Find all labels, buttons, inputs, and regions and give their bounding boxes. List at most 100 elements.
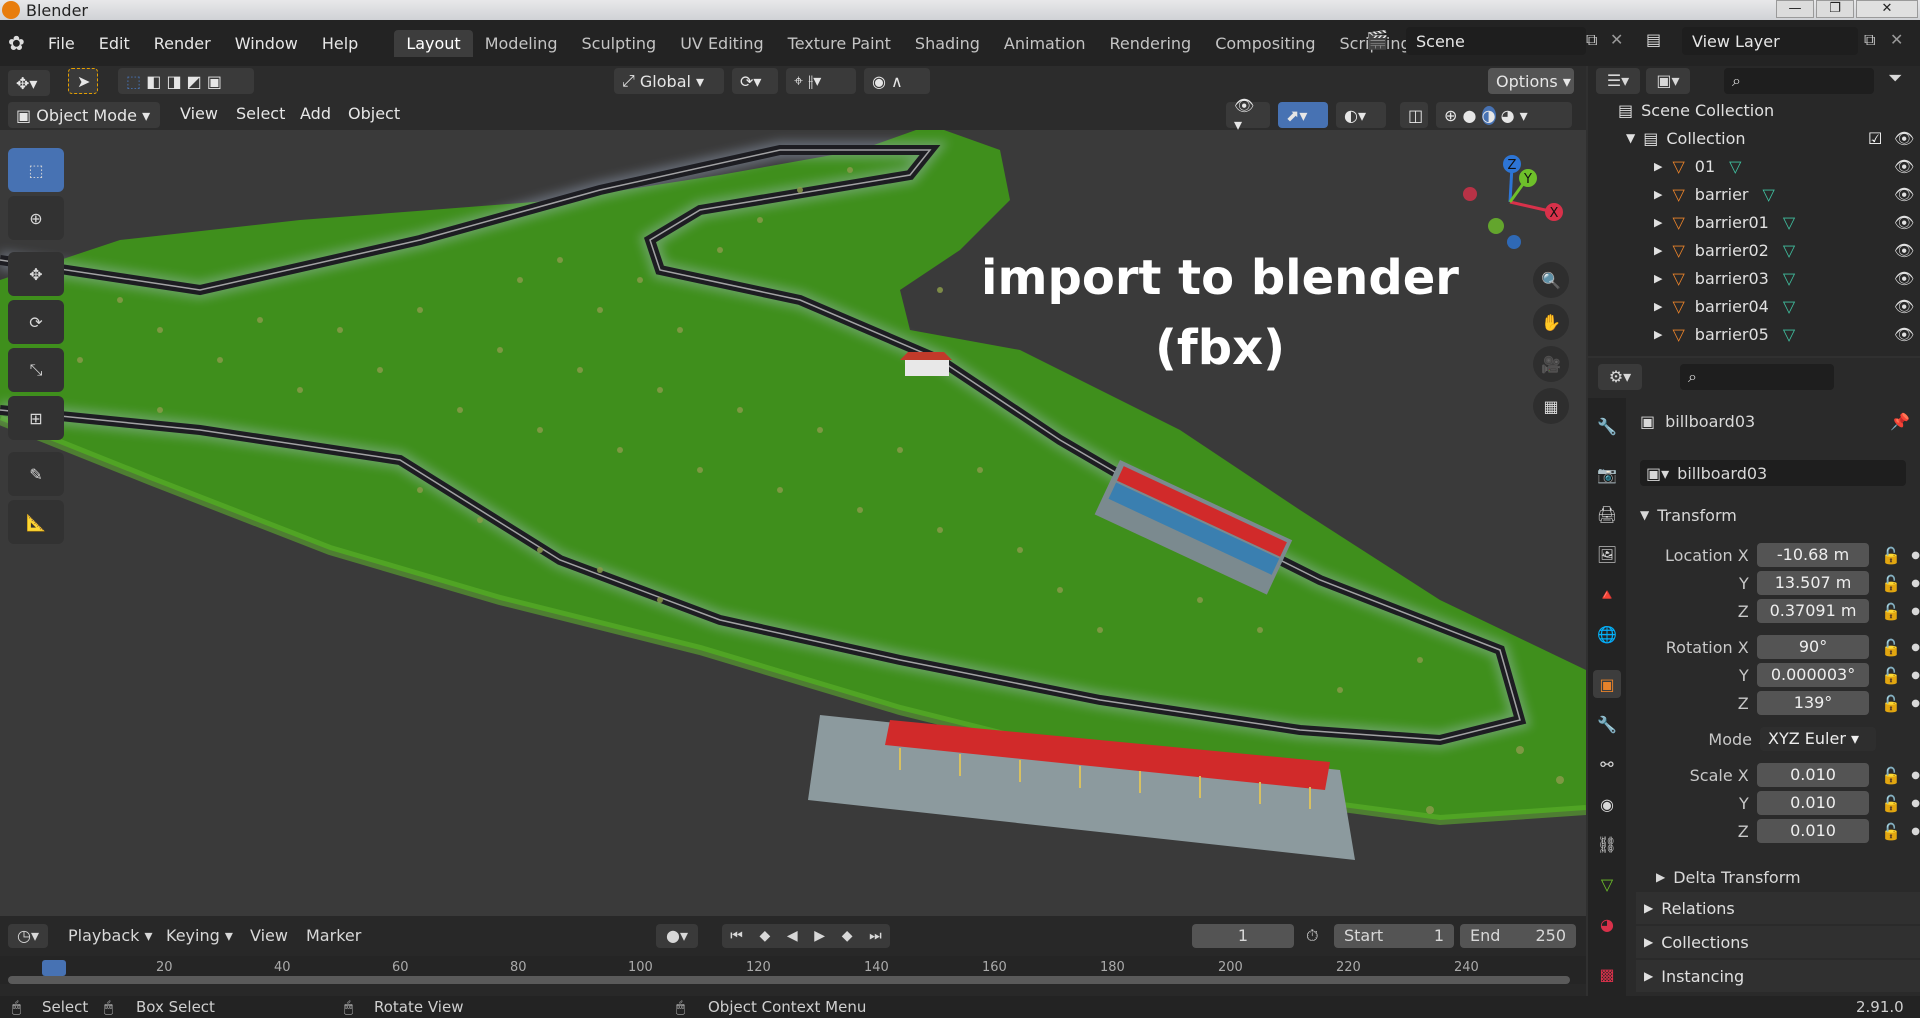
- rotation-mode-dropdown[interactable]: XYZ Euler ▾: [1760, 727, 1876, 751]
- zoom-view-icon[interactable]: 🔍: [1533, 262, 1569, 298]
- object-name-field[interactable]: ▣▾ billboard03: [1640, 460, 1906, 486]
- move-tool-icon[interactable]: ✥: [8, 252, 64, 296]
- pivot-point-dropdown[interactable]: ⟳▾: [732, 68, 778, 94]
- outliner-search-field[interactable]: ⌕: [1724, 68, 1874, 94]
- select-cursor-icon[interactable]: ➤: [68, 68, 98, 94]
- chevron-right-icon[interactable]: ▶: [1654, 216, 1662, 229]
- play-reverse-icon[interactable]: ◀: [787, 928, 798, 944]
- xray-toggle[interactable]: ◫: [1400, 102, 1428, 128]
- stopwatch-icon[interactable]: ⏱: [1306, 926, 1318, 946]
- perspective-toggle-icon[interactable]: ▦: [1533, 388, 1569, 424]
- lock-icon[interactable]: 🔓: [1881, 546, 1901, 565]
- outliner-filter-icon[interactable]: ▣▾: [1646, 68, 1690, 94]
- transform-section-header[interactable]: ▼ Transform: [1640, 502, 1920, 528]
- pin-icon[interactable]: 📌: [1890, 412, 1910, 431]
- tab-animation[interactable]: Animation: [992, 30, 1098, 57]
- menu-file[interactable]: File: [36, 34, 87, 53]
- particles-tab-icon[interactable]: ⚯: [1593, 750, 1621, 778]
- timeline-scrollbar[interactable]: [8, 976, 1570, 984]
- tab-compositing[interactable]: Compositing: [1203, 30, 1327, 57]
- outliner-item[interactable]: ▶ ▽ barrier01 ▽ 👁: [1588, 208, 1920, 236]
- lock-icon[interactable]: 🔓: [1881, 694, 1901, 713]
- output-tab-icon[interactable]: 🖨: [1593, 500, 1621, 528]
- world-tab-icon[interactable]: 🌐: [1593, 620, 1621, 648]
- rotate-tool-icon[interactable]: ⟳: [8, 300, 64, 344]
- outliner-item[interactable]: ▶ ▽ barrier02 ▽ 👁: [1588, 236, 1920, 264]
- jump-end-icon[interactable]: ⏭: [869, 928, 882, 944]
- jump-start-icon[interactable]: ⏮: [730, 928, 743, 944]
- chevron-right-icon[interactable]: ▶: [1654, 272, 1662, 285]
- properties-search-field[interactable]: ⌕: [1680, 364, 1834, 390]
- eye-icon[interactable]: 👁: [1894, 185, 1914, 204]
- scale-z-field[interactable]: 0.010: [1756, 819, 1870, 843]
- view-layer-field[interactable]: View Layer: [1682, 27, 1858, 55]
- delta-transform-header[interactable]: ▶ Delta Transform: [1656, 864, 1920, 890]
- lock-icon[interactable]: 🔓: [1881, 574, 1901, 593]
- lock-icon[interactable]: 🔓: [1881, 794, 1901, 813]
- tab-texture-paint[interactable]: Texture Paint: [776, 30, 903, 57]
- outliner-display-mode-icon[interactable]: ☰▾: [1596, 68, 1640, 94]
- texture-tab-icon[interactable]: ▩: [1593, 960, 1621, 988]
- keyframe-dot-icon[interactable]: ●: [1911, 798, 1920, 809]
- select-intersect-icon[interactable]: ▣: [207, 72, 222, 91]
- timeline-menu-playback[interactable]: Playback ▾: [68, 926, 153, 945]
- tool-tab-icon[interactable]: 🔧: [1593, 412, 1621, 440]
- viewport-menu-select[interactable]: Select: [236, 104, 285, 123]
- eye-icon[interactable]: 👁: [1894, 297, 1914, 316]
- collection-checkbox-icon[interactable]: ☑: [1868, 129, 1882, 148]
- shading-mode-buttons[interactable]: ⊕ ● ◑ ◕ ▾: [1436, 102, 1572, 128]
- visibility-dropdown[interactable]: 👁▾: [1226, 96, 1270, 134]
- select-subtract-icon[interactable]: ◨: [166, 72, 181, 91]
- chevron-right-icon[interactable]: ▶: [1654, 328, 1662, 341]
- cursor-tool-icon[interactable]: ⊕: [8, 196, 64, 240]
- rotation-z-field[interactable]: 139°: [1756, 691, 1870, 715]
- keyframe-dot-icon[interactable]: ●: [1911, 698, 1920, 709]
- chevron-right-icon[interactable]: ▶: [1654, 300, 1662, 313]
- minimize-button[interactable]: —: [1776, 0, 1814, 18]
- select-new-icon[interactable]: ⬚: [126, 72, 141, 91]
- object-mode-dropdown[interactable]: ▣ Object Mode ▾: [8, 102, 160, 128]
- auto-keying-toggle-icon[interactable]: ●▾: [656, 924, 698, 948]
- tab-rendering[interactable]: Rendering: [1098, 30, 1204, 57]
- pan-view-icon[interactable]: ✋: [1533, 304, 1569, 340]
- timeline-editor-type-icon[interactable]: ◷▾: [8, 924, 48, 948]
- select-invert-icon[interactable]: ◩: [187, 72, 202, 91]
- keyframe-dot-icon[interactable]: ●: [1911, 770, 1920, 781]
- lock-icon[interactable]: 🔓: [1881, 766, 1901, 785]
- rendered-shading-icon[interactable]: ◕: [1501, 106, 1515, 125]
- outliner-item[interactable]: ▶ ▽ barrier05 ▽ 👁: [1588, 320, 1920, 348]
- scene-tab-icon[interactable]: 🔺: [1593, 580, 1621, 608]
- lock-icon[interactable]: 🔓: [1881, 666, 1901, 685]
- outliner-item[interactable]: ▶ ▽ barrier04 ▽ 👁: [1588, 292, 1920, 320]
- end-frame-field[interactable]: End 250: [1460, 924, 1576, 948]
- viewport-menu-object[interactable]: Object: [348, 104, 400, 123]
- outliner-item[interactable]: ▶ ▽ barrier ▽ 👁: [1588, 180, 1920, 208]
- menu-edit[interactable]: Edit: [87, 34, 142, 53]
- location-y-field[interactable]: 13.507 m: [1756, 571, 1870, 595]
- view-layer-tab-icon[interactable]: 🖼: [1593, 540, 1621, 568]
- current-frame-field[interactable]: 1: [1192, 924, 1294, 948]
- proportional-edit-toggle[interactable]: ◉ ∧: [864, 68, 930, 94]
- play-icon[interactable]: ▶: [814, 928, 825, 944]
- playhead[interactable]: [42, 960, 66, 976]
- annotate-tool-icon[interactable]: ✎: [8, 452, 64, 496]
- chevron-right-icon[interactable]: ▶: [1654, 244, 1662, 257]
- scale-tool-icon[interactable]: ⤡: [8, 348, 64, 392]
- tab-layout[interactable]: Layout: [394, 29, 473, 57]
- keyframe-dot-icon[interactable]: ●: [1911, 606, 1920, 617]
- blender-menu-icon[interactable]: ✿: [8, 31, 36, 55]
- relations-section[interactable]: ▶ Relations: [1636, 892, 1920, 924]
- constraints-tab-icon[interactable]: ⛓: [1593, 830, 1621, 858]
- new-view-layer-icon[interactable]: ⧉: [1864, 30, 1875, 50]
- modifier-tab-icon[interactable]: 🔧: [1593, 710, 1621, 738]
- menu-render[interactable]: Render: [142, 34, 223, 53]
- keyframe-dot-icon[interactable]: ●: [1911, 670, 1920, 681]
- prev-keyframe-icon[interactable]: ◆: [760, 928, 771, 944]
- tab-shading[interactable]: Shading: [903, 30, 992, 57]
- outliner-collection[interactable]: ▼ ▤ Collection ☑ 👁: [1588, 124, 1920, 152]
- menu-window[interactable]: Window: [223, 34, 310, 53]
- eye-icon[interactable]: 👁: [1894, 325, 1914, 344]
- menu-help[interactable]: Help: [310, 34, 370, 53]
- view-layer-icon[interactable]: ▤: [1646, 30, 1661, 49]
- eye-icon[interactable]: 👁: [1894, 213, 1914, 232]
